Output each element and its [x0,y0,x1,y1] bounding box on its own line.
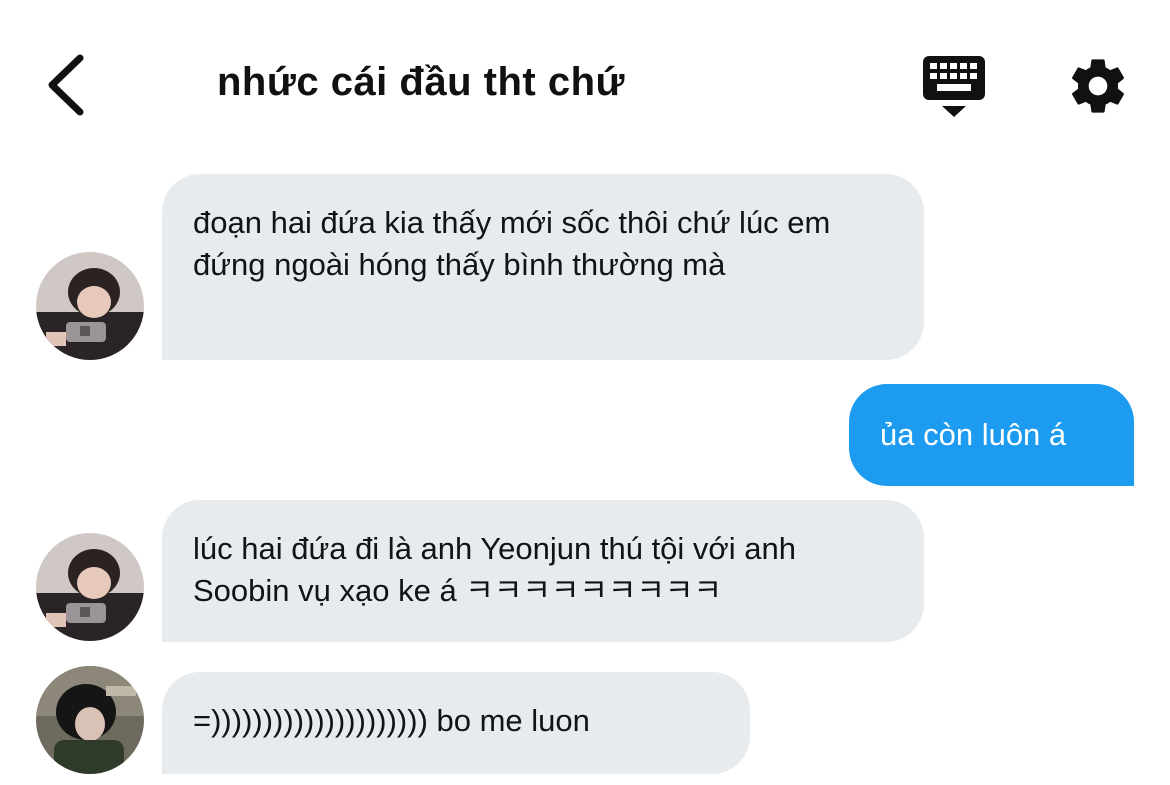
keyboard-toggle-button[interactable] [920,54,988,120]
message-text: ủa còn luôn á [880,417,1067,452]
message-text: đoạn hai đứa kia thấy mới sốc thôi chứ l… [193,205,831,282]
message-bubble-incoming[interactable]: đoạn hai đứa kia thấy mới sốc thôi chứ l… [162,174,924,360]
conversation-header: nhức cái đầu tht chứ [0,0,1170,165]
message-bubble-incoming[interactable]: lúc hai đứa đi là anh Yeonjun thú tội vớ… [162,500,924,642]
avatar-photo [36,666,144,774]
gear-icon [1072,59,1124,113]
chevron-left-icon [48,54,84,116]
message-bubble-outgoing[interactable]: ủa còn luôn á [849,384,1134,486]
avatar[interactable] [36,252,144,360]
back-button[interactable] [36,50,96,120]
dm-conversation-screen: nhức cái đầu tht chứ đoạn hai đứa kia th… [0,0,1170,785]
avatar-photo [36,252,144,360]
message-bubble-incoming[interactable]: =))))))))))))))))))))) bo me luon [162,672,750,774]
avatar-photo [36,533,144,641]
avatar[interactable] [36,533,144,641]
keyboard-icon [923,56,985,117]
message-text: lúc hai đứa đi là anh Yeonjun thú tội vớ… [193,531,796,608]
message-text: =))))))))))))))))))))) bo me luon [193,703,590,738]
settings-button[interactable] [1066,54,1130,118]
conversation-title[interactable]: nhức cái đầu tht chứ [217,60,625,105]
avatar[interactable] [36,666,144,774]
